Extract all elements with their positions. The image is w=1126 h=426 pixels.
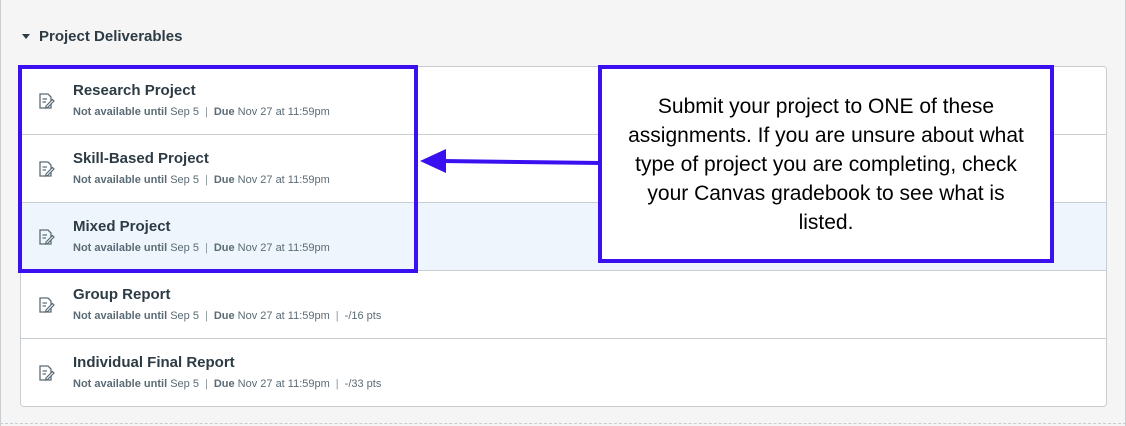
due-label: Due — [213, 310, 235, 322]
due-date: Nov 27 at 11:59pm — [237, 378, 330, 390]
item-title[interactable]: Skill-Based Project — [73, 150, 209, 167]
module-item[interactable]: Individual Final Report Not available un… — [21, 339, 1106, 406]
meta-separator: | — [204, 106, 208, 118]
availability-date: Sep 5 — [170, 378, 199, 390]
assignment-icon — [39, 93, 55, 109]
due-date: Nov 27 at 11:59pm — [237, 106, 330, 118]
availability-label: Not available until — [73, 174, 168, 186]
due-date: Nov 27 at 11:59pm — [237, 242, 330, 254]
meta-separator: | — [204, 242, 208, 254]
assignment-icon — [39, 229, 55, 245]
availability-date: Sep 5 — [170, 106, 199, 118]
module-title: Project Deliverables — [39, 27, 183, 45]
points-value: -/33 pts — [344, 378, 382, 390]
meta-separator: | — [204, 310, 208, 322]
item-meta: Not available until Sep 5 | Due Nov 27 at … — [73, 242, 330, 254]
availability-date: Sep 5 — [170, 242, 199, 254]
item-title[interactable]: Group Report — [73, 286, 171, 303]
item-title[interactable]: Research Project — [73, 82, 196, 99]
caret-down-icon[interactable] — [22, 33, 30, 39]
arrow-left-icon — [420, 149, 603, 173]
due-label: Due — [213, 106, 235, 118]
item-meta: Not available until Sep 5 | Due Nov 27 at … — [73, 378, 381, 390]
item-title[interactable]: Individual Final Report — [73, 354, 235, 371]
assignment-icon — [39, 365, 55, 381]
annotation-text: Submit your project to ONE of these assi… — [628, 94, 1024, 234]
meta-separator: | — [204, 174, 208, 186]
meta-separator: | — [335, 378, 339, 390]
due-date: Nov 27 at 11:59pm — [237, 310, 330, 322]
availability-label: Not available until — [73, 310, 168, 322]
due-label: Due — [213, 174, 235, 186]
item-title[interactable]: Mixed Project — [73, 218, 171, 235]
availability-date: Sep 5 — [170, 310, 199, 322]
meta-separator: | — [204, 378, 208, 390]
module-item[interactable]: Group Report Not available until Sep 5 | D… — [21, 271, 1106, 339]
assignment-icon — [39, 297, 55, 313]
meta-separator: | — [335, 310, 339, 322]
points-value: -/16 pts — [344, 310, 382, 322]
availability-date: Sep 5 — [170, 174, 199, 186]
assignment-icon — [39, 161, 55, 177]
due-label: Due — [213, 242, 235, 254]
item-meta: Not available until Sep 5 | Due Nov 27 at … — [73, 106, 330, 118]
availability-label: Not available until — [73, 378, 168, 390]
due-date: Nov 27 at 11:59pm — [237, 174, 330, 186]
module-header[interactable]: Project Deliverables — [22, 26, 182, 46]
due-label: Due — [213, 378, 235, 390]
item-meta: Not available until Sep 5 | Due Nov 27 at … — [73, 174, 330, 186]
module-divider — [0, 423, 1126, 424]
annotation-callout: Submit your project to ONE of these assi… — [598, 65, 1054, 263]
availability-label: Not available until — [73, 242, 168, 254]
item-meta: Not available until Sep 5 | Due Nov 27 at … — [73, 310, 381, 322]
availability-label: Not available until — [73, 106, 168, 118]
